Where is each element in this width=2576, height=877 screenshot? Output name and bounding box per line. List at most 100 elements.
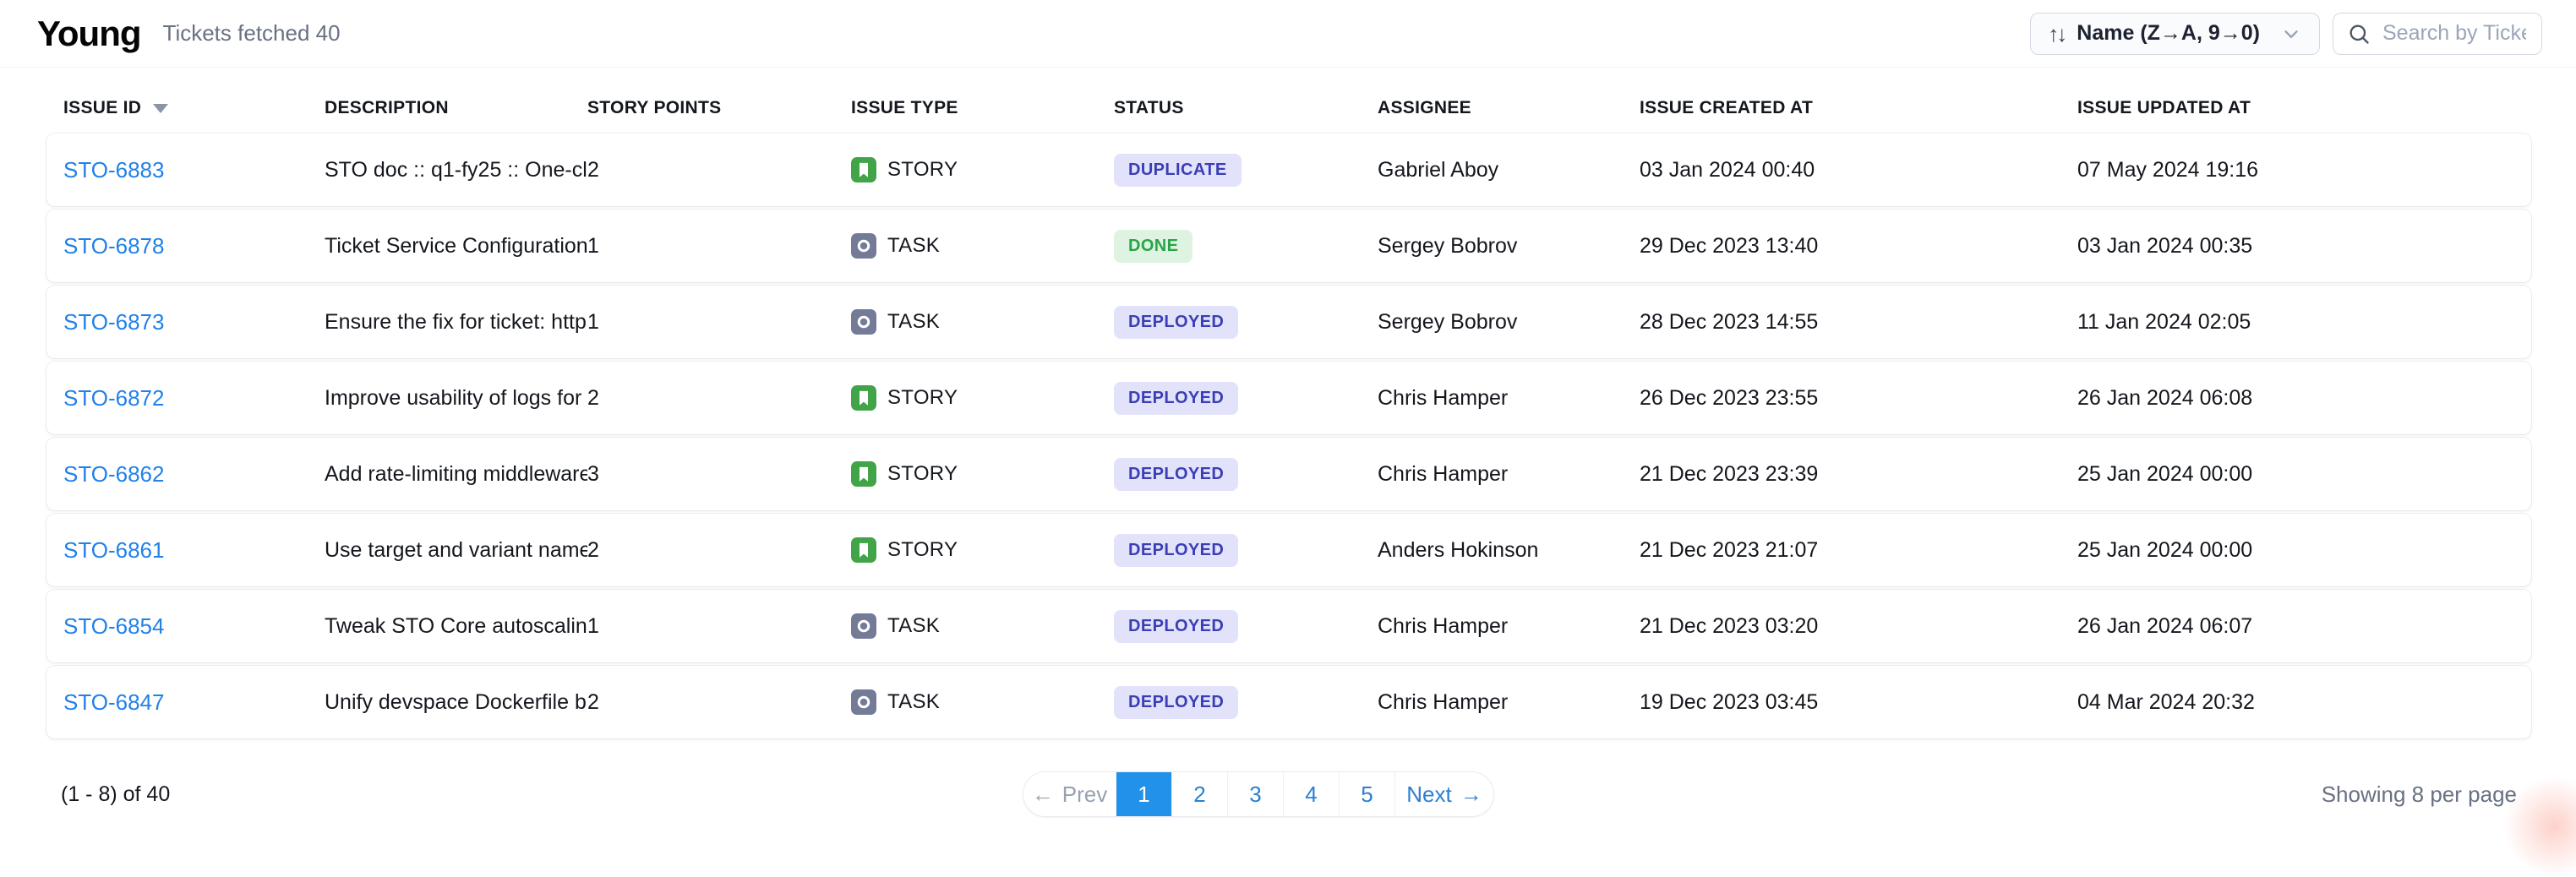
task-icon: [851, 309, 876, 335]
issue-type-cell: TASK: [851, 613, 1114, 639]
sort-dropdown-label: Name (Z→A, 9→0): [2077, 21, 2260, 46]
arrow-right-icon: →: [1460, 782, 1482, 808]
per-page-label: Showing 8 per page: [2322, 782, 2517, 808]
issue-type-label: STORY: [887, 538, 958, 562]
status-badge: DEPLOYED: [1114, 382, 1238, 415]
table-row: STO-6861 Use target and variant name sea…: [46, 514, 2531, 586]
issue-id-link[interactable]: STO-6883: [63, 157, 164, 182]
issue-type-cell: STORY: [851, 157, 1114, 182]
issue-type-label: TASK: [887, 234, 940, 258]
issue-updated-at-value: 25 Jan 2024 00:00: [2077, 538, 2531, 563]
issue-updated-at-value: 25 Jan 2024 00:00: [2077, 462, 2531, 487]
issue-id-link[interactable]: STO-6862: [63, 461, 164, 487]
task-icon: [851, 613, 876, 639]
column-header-issue-id[interactable]: Issue ID: [63, 98, 325, 118]
column-header-issue-created-at: Issue Created At: [1640, 98, 2077, 118]
search-box: [2333, 13, 2542, 55]
column-header-status: Status: [1114, 98, 1378, 118]
issue-created-at-value: 26 Dec 2023 23:55: [1640, 386, 2077, 411]
issue-type-cell: STORY: [851, 461, 1114, 487]
status-badge: DUPLICATE: [1114, 154, 1242, 187]
page-button-5[interactable]: 5: [1340, 772, 1395, 816]
table-row: STO-6862 Add rate-limiting middleware to…: [46, 438, 2531, 510]
issue-type-cell: TASK: [851, 309, 1114, 335]
issue-description: Add rate-limiting middleware to S...: [325, 462, 587, 487]
story-points-value: 1: [587, 234, 851, 259]
task-icon: [851, 689, 876, 715]
issue-type-label: TASK: [887, 310, 940, 334]
sort-dropdown[interactable]: ↑↓ Name (Z→A, 9→0): [2030, 13, 2320, 55]
issue-type-cell: STORY: [851, 385, 1114, 411]
story-points-value: 2: [587, 386, 851, 411]
page-button-1[interactable]: 1: [1116, 772, 1172, 816]
sort-arrows-icon: ↑↓: [2048, 23, 2065, 45]
page-button-2[interactable]: 2: [1172, 772, 1228, 816]
page-title: Young: [37, 14, 141, 54]
issue-id-link[interactable]: STO-6861: [63, 537, 164, 563]
issue-created-at-value: 03 Jan 2024 00:40: [1640, 158, 2077, 182]
issue-description: Use target and variant name sear...: [325, 538, 587, 563]
assignee-name: Anders Hokinson: [1378, 538, 1640, 563]
story-points-value: 1: [587, 614, 851, 639]
tickets-table: Issue ID Description Story Points Issue …: [0, 68, 2576, 738]
story-points-value: 3: [587, 462, 851, 487]
sort-desc-triangle-icon: [153, 104, 168, 113]
search-icon: [2347, 22, 2371, 46]
top-bar: Young Tickets fetched 40 ↑↓ Name (Z→A, 9…: [0, 0, 2576, 68]
column-header-issue-type: Issue Type: [851, 98, 1114, 118]
column-header-description: Description: [325, 98, 587, 118]
issue-updated-at-value: 26 Jan 2024 06:08: [2077, 386, 2531, 411]
issue-type-label: STORY: [887, 462, 958, 486]
story-points-value: 1: [587, 310, 851, 335]
issue-created-at-value: 21 Dec 2023 03:20: [1640, 614, 2077, 639]
issue-type-label: TASK: [887, 690, 940, 714]
issue-created-at-value: 28 Dec 2023 14:55: [1640, 310, 2077, 335]
pagination-footer: (1 - 8) of 40 ← Prev 1 2 3 4 5 Next → Sh…: [0, 742, 2576, 852]
search-input[interactable]: [2381, 20, 2528, 46]
page-button-3[interactable]: 3: [1228, 772, 1284, 816]
next-page-button[interactable]: Next →: [1395, 772, 1493, 816]
status-badge: DEPLOYED: [1114, 306, 1238, 339]
issue-description: Ensure the fix for ticket: https://h...: [325, 310, 587, 335]
issue-updated-at-value: 11 Jan 2024 02:05: [2077, 310, 2531, 335]
story-icon: [851, 461, 876, 487]
tickets-fetched-label: Tickets fetched 40: [163, 20, 341, 46]
story-points-value: 2: [587, 538, 851, 563]
table-header-row: Issue ID Description Story Points Issue …: [46, 83, 2531, 133]
issue-created-at-value: 19 Dec 2023 03:45: [1640, 690, 2077, 715]
status-badge: DEPLOYED: [1114, 686, 1238, 719]
issue-type-cell: TASK: [851, 233, 1114, 259]
table-row: STO-6878 Ticket Service Configuration 1 …: [46, 210, 2531, 282]
status-badge: DEPLOYED: [1114, 534, 1238, 567]
assignee-name: Chris Hamper: [1378, 690, 1640, 715]
issue-description: Improve usability of logs for failur...: [325, 386, 587, 411]
table-row: STO-6872 Improve usability of logs for f…: [46, 362, 2531, 434]
issue-created-at-value: 29 Dec 2023 13:40: [1640, 234, 2077, 259]
column-header-assignee: Assignee: [1378, 98, 1640, 118]
assignee-name: Chris Hamper: [1378, 614, 1640, 639]
results-range-label: (1 - 8) of 40: [61, 782, 170, 807]
issue-id-link[interactable]: STO-6854: [63, 613, 164, 639]
issue-created-at-value: 21 Dec 2023 21:07: [1640, 538, 2077, 563]
status-badge: DEPLOYED: [1114, 610, 1238, 643]
issue-id-link[interactable]: STO-6878: [63, 233, 164, 259]
toolbar: ↑↓ Name (Z→A, 9→0): [2030, 13, 2542, 55]
issue-id-link[interactable]: STO-6873: [63, 309, 164, 335]
table-row: STO-6847 Unify devspace Dockerfile build…: [46, 666, 2531, 738]
prev-page-button[interactable]: ← Prev: [1023, 772, 1116, 816]
issue-type-cell: TASK: [851, 689, 1114, 715]
assignee-name: Sergey Bobrov: [1378, 310, 1640, 335]
issue-id-link[interactable]: STO-6847: [63, 689, 164, 715]
issue-id-link[interactable]: STO-6872: [63, 385, 164, 411]
task-icon: [851, 233, 876, 259]
story-icon: [851, 385, 876, 411]
status-badge: DONE: [1114, 230, 1192, 263]
status-badge: DEPLOYED: [1114, 458, 1238, 491]
column-header-story-points: Story Points: [587, 98, 851, 118]
story-icon: [851, 157, 876, 182]
table-row: STO-6873 Ensure the fix for ticket: http…: [46, 286, 2531, 358]
issue-description: Ticket Service Configuration: [325, 234, 587, 259]
page-button-4[interactable]: 4: [1284, 772, 1340, 816]
issue-updated-at-value: 03 Jan 2024 00:35: [2077, 234, 2531, 259]
pagination-bar: ← Prev 1 2 3 4 5 Next →: [1023, 771, 1494, 817]
